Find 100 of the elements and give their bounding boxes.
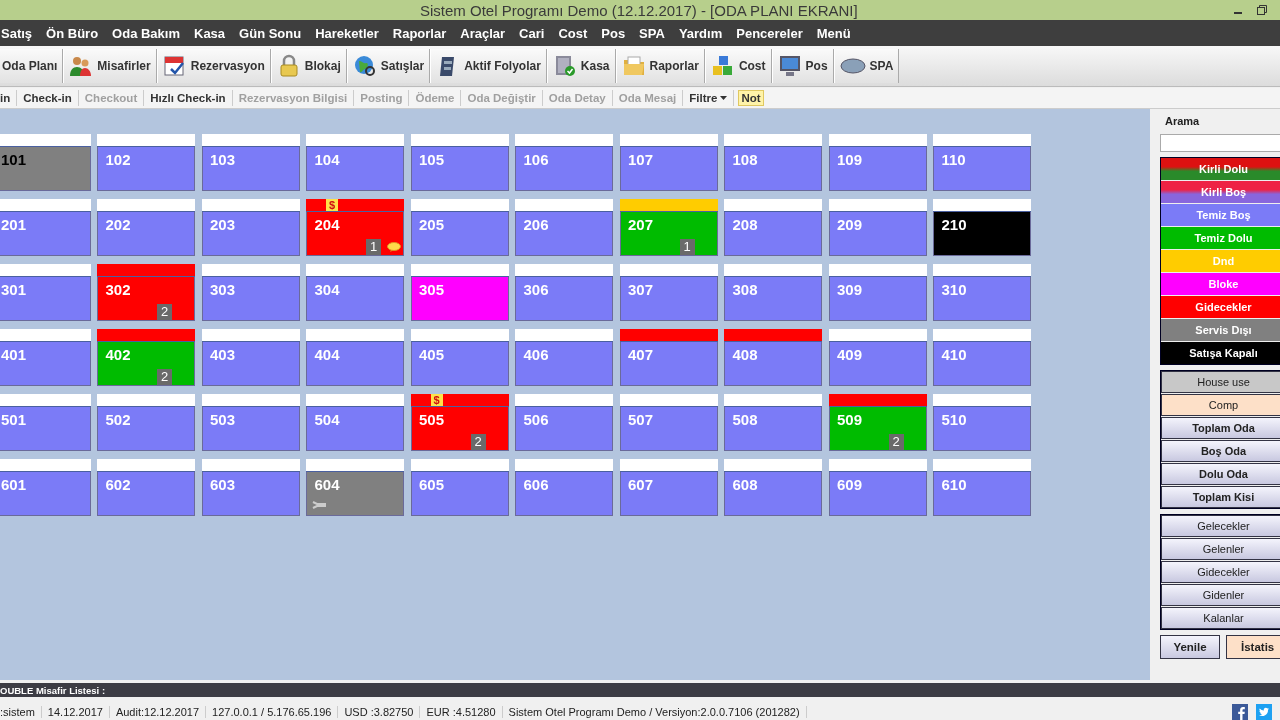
room-tile[interactable]: 309 [828, 264, 927, 321]
room-tile[interactable]: 210 [933, 199, 1031, 256]
menu-item[interactable]: Kasa [194, 25, 233, 41]
room-tile[interactable]: 301 [0, 264, 91, 321]
toolbar-button[interactable]: Misafirler [63, 49, 157, 83]
room-tile[interactable]: 206 [515, 199, 613, 256]
menu-item[interactable]: Pos [601, 25, 633, 41]
room-tile[interactable]: 508 [724, 394, 822, 451]
room-tile[interactable]: 605 [410, 459, 509, 516]
room-tile[interactable]: 501 [0, 394, 91, 451]
action-button[interactable]: Check-in [17, 90, 79, 106]
menu-item[interactable]: Hareketler [315, 25, 386, 41]
room-tile[interactable]: 106 [515, 134, 613, 191]
menu-item[interactable]: Araçlar [460, 25, 513, 41]
toolbar-button[interactable]: SPA [833, 49, 900, 83]
menu-item[interactable]: Ön Büro [46, 25, 106, 41]
toolbar-button[interactable]: Raporlar [615, 49, 705, 83]
room-tile[interactable]: 509 2 [828, 394, 927, 451]
room-tile[interactable]: 201 [0, 199, 91, 256]
room-tile[interactable]: 610 [933, 459, 1031, 516]
filter-dropdown[interactable]: Filtre [683, 90, 735, 106]
panel-button[interactable]: İstatis [1226, 635, 1280, 659]
room-tile[interactable]: 507 [619, 394, 718, 451]
room-tile[interactable]: 602 [97, 459, 195, 516]
stat-button[interactable]: House use [1161, 371, 1280, 393]
room-tile[interactable]: 304 [306, 264, 404, 321]
restore-icon[interactable] [1256, 4, 1268, 16]
action-button[interactable]: Hızlı Check-in [144, 90, 233, 106]
room-tile[interactable]: 308 [724, 264, 822, 321]
room-tile[interactable]: 403 [201, 329, 300, 386]
panel-button[interactable]: Yenile [1160, 635, 1220, 659]
room-tile[interactable]: 303 [201, 264, 300, 321]
room-tile[interactable]: 108 [724, 134, 822, 191]
room-tile[interactable]: 407 [619, 329, 718, 386]
room-tile[interactable]: 203 [201, 199, 300, 256]
room-tile[interactable]: 601 [0, 459, 91, 516]
room-tile[interactable]: $ 505 2 [410, 394, 509, 451]
room-tile[interactable]: 103 [201, 134, 300, 191]
toolbar-button[interactable]: Cost [704, 49, 772, 83]
room-tile[interactable]: 101 [0, 134, 91, 191]
room-tile[interactable]: 207 1 [619, 199, 718, 256]
room-tile[interactable]: $ 204 1 [306, 199, 404, 256]
room-tile[interactable]: 102 [97, 134, 195, 191]
facebook-icon[interactable] [1232, 703, 1248, 720]
action-button[interactable]: in [0, 90, 18, 106]
twitter-icon[interactable] [1256, 703, 1272, 720]
stat-button[interactable]: Toplam Kisi [1161, 486, 1280, 508]
room-tile[interactable]: 208 [724, 199, 822, 256]
room-tile[interactable]: 609 [828, 459, 927, 516]
list-button[interactable]: Gidenler [1161, 584, 1280, 606]
menu-item[interactable]: Raporlar [392, 25, 454, 41]
room-tile[interactable]: 109 [828, 134, 927, 191]
note-button[interactable]: Not [738, 90, 764, 106]
room-tile[interactable]: 409 [828, 329, 927, 386]
stat-button[interactable]: Boş Oda [1161, 440, 1280, 462]
room-tile[interactable]: 202 [97, 199, 195, 256]
menu-item[interactable]: Cari [519, 25, 552, 41]
room-tile[interactable]: 506 [515, 394, 613, 451]
room-tile[interactable]: 402 2 [97, 329, 195, 386]
room-tile[interactable]: 606 [515, 459, 613, 516]
menu-item[interactable]: Yardım [678, 25, 730, 41]
room-tile[interactable]: 307 [619, 264, 718, 321]
room-tile[interactable]: 408 [724, 329, 822, 386]
menu-item[interactable]: Gün Sonu [239, 25, 309, 41]
room-tile[interactable]: 305 [410, 264, 509, 321]
room-tile[interactable]: 205 [410, 199, 509, 256]
toolbar-button[interactable]: Satışlar [346, 49, 431, 83]
room-tile[interactable]: 110 [933, 134, 1031, 191]
room-tile[interactable]: 401 [0, 329, 91, 386]
toolbar-button[interactable]: Rezervasyon [156, 49, 271, 83]
room-tile[interactable]: 607 [619, 459, 718, 516]
room-tile[interactable]: 310 [933, 264, 1031, 321]
menu-item[interactable]: Cost [558, 25, 595, 41]
room-tile[interactable]: 503 [201, 394, 300, 451]
toolbar-button[interactable]: Oda Planı [0, 49, 64, 83]
room-tile[interactable]: 302 2 [97, 264, 195, 321]
room-tile[interactable]: 209 [828, 199, 927, 256]
toolbar-button[interactable]: Blokaj [270, 49, 347, 83]
menu-item[interactable]: SPA [639, 25, 672, 41]
room-tile[interactable]: 510 [933, 394, 1031, 451]
list-button[interactable]: Kalanlar [1161, 607, 1280, 629]
stat-button[interactable]: Comp [1161, 394, 1280, 416]
room-tile[interactable]: 502 [97, 394, 195, 451]
menu-item[interactable]: Oda Bakım [112, 25, 187, 41]
menu-item[interactable]: Satış [1, 25, 40, 41]
room-tile[interactable]: 603 [201, 459, 300, 516]
toolbar-button[interactable]: Pos [771, 49, 834, 83]
menu-item[interactable]: Pencereler [736, 25, 810, 41]
list-button[interactable]: Gidecekler [1161, 561, 1280, 583]
room-tile[interactable]: 410 [933, 329, 1031, 386]
room-tile[interactable]: 105 [410, 134, 509, 191]
room-tile[interactable]: 107 [619, 134, 718, 191]
room-tile[interactable]: 504 [306, 394, 404, 451]
room-tile[interactable]: 604 [306, 459, 404, 516]
stat-button[interactable]: Toplam Oda [1161, 417, 1280, 439]
menu-item[interactable]: Menü [816, 25, 858, 41]
toolbar-button[interactable]: Kasa [546, 49, 616, 83]
stat-button[interactable]: Dolu Oda [1161, 463, 1280, 485]
list-button[interactable]: Gelenler [1161, 538, 1280, 560]
room-tile[interactable]: 406 [515, 329, 613, 386]
